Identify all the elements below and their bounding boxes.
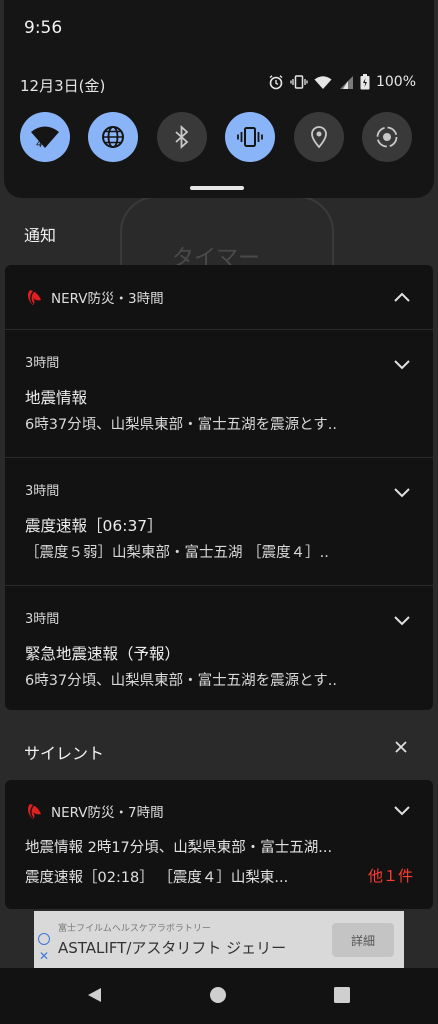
vibrate-tile[interactable] bbox=[225, 112, 276, 162]
notification-title: 地震情報 bbox=[25, 389, 88, 407]
wifi-tile-badge: 4 bbox=[36, 139, 42, 150]
qs-status-icons: 100% bbox=[268, 74, 416, 90]
wifi-status-icon bbox=[314, 75, 332, 89]
notification-item[interactable]: 3時間 地震情報 6時37分頃、山梨県東部・富士五湖を震源とす.. bbox=[5, 330, 433, 457]
qs-drag-handle[interactable] bbox=[190, 186, 244, 190]
notification-title: 緊急地震速報（予報） bbox=[25, 645, 181, 663]
chevron-down-icon[interactable] bbox=[393, 615, 411, 627]
notifications-section-title: 通知 bbox=[24, 226, 57, 245]
home-icon[interactable] bbox=[209, 986, 227, 1004]
chevron-down-icon[interactable] bbox=[393, 359, 411, 371]
quick-settings-panel bbox=[4, 0, 434, 198]
vibrate-status-icon bbox=[290, 75, 308, 89]
notification-body: 6時37分頃、山梨県東部・富士五湖を震源とす.. bbox=[25, 673, 337, 689]
bluetooth-tile[interactable] bbox=[156, 112, 207, 162]
location-icon bbox=[310, 126, 327, 149]
more-count: 他１件 bbox=[367, 867, 413, 885]
vibrate-icon bbox=[237, 127, 264, 147]
notification-body: 6時37分頃、山梨県東部・富士五湖を震源とす.. bbox=[25, 417, 337, 433]
notification-time: 3時間 bbox=[25, 356, 60, 371]
silent-line-1: 地震情報 2時17分頃、山梨県東部・富士五湖... bbox=[25, 840, 333, 856]
qs-date[interactable]: 12月3日(金) bbox=[20, 75, 105, 96]
notification-title: 震度速報［06:37］ bbox=[25, 517, 163, 535]
ad-close-icon[interactable]: ✕ bbox=[39, 949, 49, 963]
wifi-icon: 4 bbox=[31, 126, 59, 150]
nerv-group-app-name: NERV防災・3時間 bbox=[51, 291, 164, 307]
ad-info-icon[interactable] bbox=[38, 933, 50, 945]
nerv-app-icon bbox=[28, 804, 41, 819]
silent-notification-card[interactable]: NERV防災・7時間 地震情報 2時17分頃、山梨県東部・富士五湖... 震度速… bbox=[5, 780, 433, 909]
ad-banner[interactable]: ✕ 富士フイルムヘルスケアラボラトリー ASTALIFT/アスタリフト ジェリー… bbox=[34, 911, 404, 969]
close-icon[interactable] bbox=[394, 740, 408, 754]
notification-body: ［震度５弱］山梨東部・富士五湖 ［震度４］.. bbox=[25, 545, 329, 561]
status-time: 9:56 bbox=[24, 18, 63, 38]
navigation-bar bbox=[0, 968, 438, 1024]
silent-card-header[interactable]: NERV防災・7時間 bbox=[5, 780, 433, 842]
location-tile[interactable] bbox=[293, 112, 344, 162]
battery-percent: 100% bbox=[375, 74, 416, 90]
silent-line-2: 震度速報［02:18］ ［震度４］山梨東... bbox=[25, 870, 289, 886]
notification-time: 3時間 bbox=[25, 484, 60, 499]
ad-title: ASTALIFT/アスタリフト ジェリー bbox=[58, 939, 287, 957]
nerv-group-header[interactable]: NERV防災・3時間 bbox=[5, 265, 433, 329]
auto-rotate-tile[interactable] bbox=[361, 112, 412, 162]
ad-details-button[interactable]: 詳細 bbox=[332, 923, 394, 957]
notification-item[interactable]: 3時間 震度速報［06:37］ ［震度５弱］山梨東部・富士五湖 ［震度４］.. bbox=[5, 458, 433, 585]
data-saver-tile[interactable] bbox=[88, 112, 139, 162]
notification-time: 3時間 bbox=[25, 612, 60, 627]
back-icon[interactable] bbox=[86, 986, 104, 1004]
silent-card-app-name: NERV防災・7時間 bbox=[51, 805, 164, 821]
globe-icon bbox=[102, 126, 125, 148]
wifi-tile[interactable]: 4 bbox=[20, 112, 70, 162]
battery-icon bbox=[360, 74, 370, 90]
auto-rotate-icon bbox=[376, 126, 398, 148]
chevron-up-icon[interactable] bbox=[393, 291, 411, 303]
signal-icon bbox=[339, 75, 353, 89]
chevron-down-icon[interactable] bbox=[393, 805, 411, 817]
ad-subtitle: 富士フイルムヘルスケアラボラトリー bbox=[58, 924, 211, 934]
silent-section-title: サイレント bbox=[24, 744, 105, 763]
recents-icon[interactable] bbox=[333, 986, 351, 1004]
notification-item[interactable]: 3時間 緊急地震速報（予報） 6時37分頃、山梨県東部・富士五湖を震源とす.. bbox=[5, 586, 433, 713]
alarm-icon bbox=[269, 75, 283, 90]
quick-settings-tiles: 4 bbox=[20, 112, 412, 162]
nerv-notification-group[interactable]: NERV防災・3時間 3時間 地震情報 6時37分頃、山梨県東部・富士五湖を震源… bbox=[5, 265, 433, 710]
chevron-down-icon[interactable] bbox=[393, 487, 411, 499]
nerv-app-icon bbox=[28, 290, 41, 305]
bluetooth-icon bbox=[175, 125, 189, 149]
